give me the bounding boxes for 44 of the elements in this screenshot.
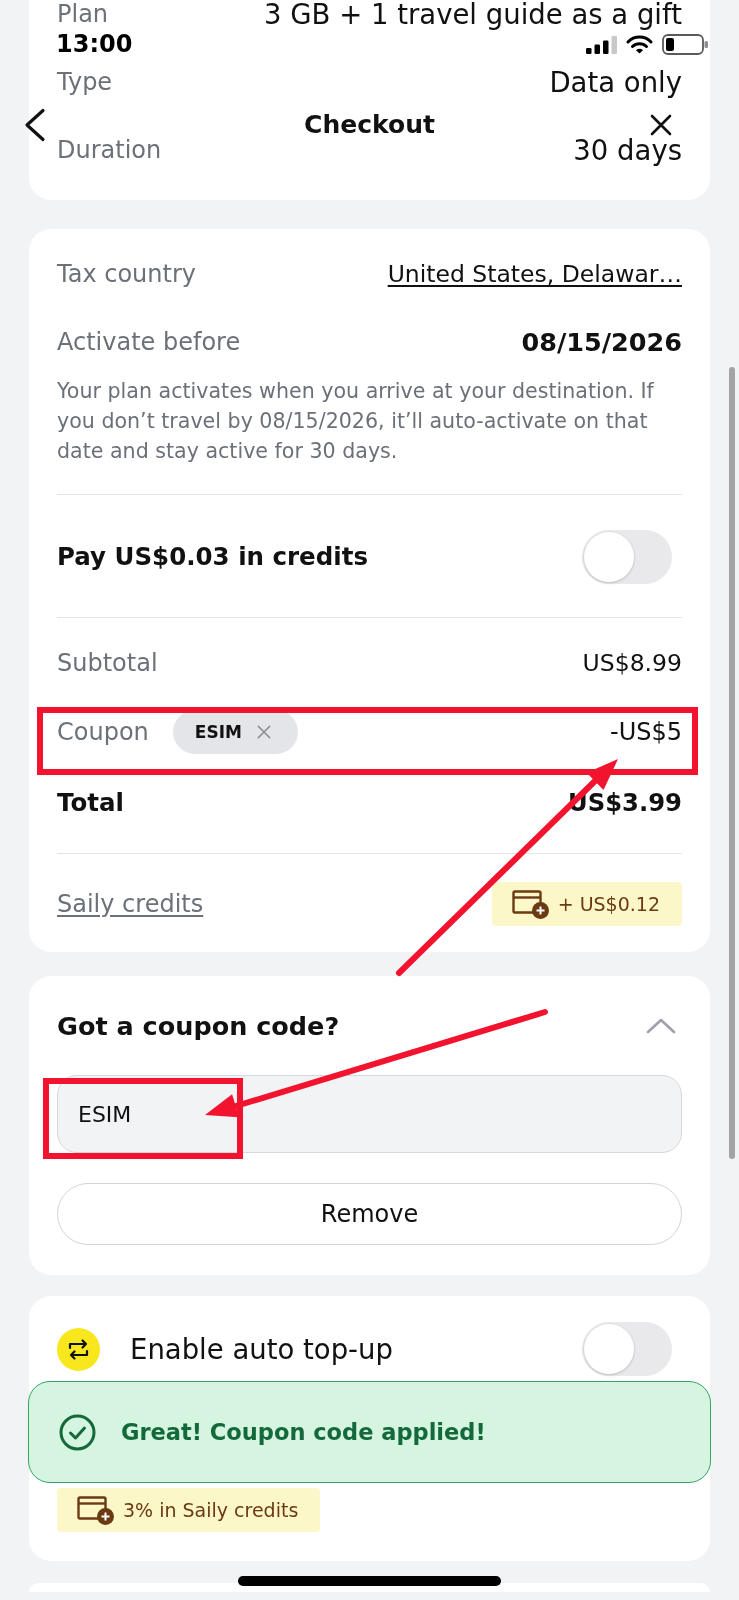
detail-value: 30 days bbox=[573, 133, 682, 167]
wifi-icon bbox=[626, 34, 653, 54]
coupon-input[interactable]: ESIM bbox=[57, 1075, 682, 1153]
detail-label: Tax country bbox=[57, 259, 196, 289]
detail-label: Activate before bbox=[57, 327, 241, 357]
chevron-left-icon bbox=[24, 108, 46, 142]
close-icon bbox=[650, 114, 672, 136]
close-icon bbox=[256, 725, 271, 739]
coupon-chip[interactable]: ESIM bbox=[172, 710, 298, 754]
credits-amount: + US$0.12 bbox=[557, 893, 660, 915]
credits-rate: 3% in Saily credits bbox=[123, 1499, 299, 1521]
toast-message: Great! Coupon code applied! bbox=[121, 1419, 486, 1445]
activation-date: 08/15/2026 bbox=[521, 326, 682, 358]
toggle-switch[interactable] bbox=[582, 1322, 672, 1376]
remove-button[interactable]: Remove bbox=[57, 1183, 682, 1245]
activation-note: Your plan activates when you arrive at your destination. If you don’t travel by 08/15/2026, it’ll auto-activate on that date and stay active for 30 days. bbox=[57, 378, 655, 465]
check-circle-icon bbox=[59, 1413, 96, 1451]
detail-label: Subtotal bbox=[57, 648, 158, 678]
back-button[interactable] bbox=[24, 108, 46, 142]
detail-value: Data only bbox=[549, 65, 682, 99]
signal-icon bbox=[586, 34, 617, 54]
card-plus-icon bbox=[511, 889, 549, 919]
chevron-up-icon bbox=[646, 1018, 676, 1034]
tax-country-link[interactable]: United States, Delawar… bbox=[387, 259, 682, 289]
close-button[interactable] bbox=[650, 114, 672, 136]
status-time: 13:00 bbox=[56, 32, 133, 56]
card-plus-icon bbox=[77, 1495, 114, 1525]
saily-credits-link[interactable]: Saily credits bbox=[57, 889, 204, 919]
collapse-button[interactable] bbox=[646, 1018, 676, 1034]
toggle-switch[interactable] bbox=[582, 530, 672, 584]
total-label: Total bbox=[57, 788, 124, 818]
credits-toggle-label: Pay US$0.03 in credits bbox=[57, 542, 368, 572]
detail-label: Plan bbox=[57, 0, 109, 29]
detail-label: Coupon bbox=[57, 717, 149, 747]
section-title: Got a coupon code? bbox=[57, 1011, 340, 1041]
subtotal-amount: US$8.99 bbox=[582, 648, 682, 678]
auto-top-up-label: Enable auto top-up bbox=[130, 1333, 393, 1365]
detail-value: 3 GB + 1 travel guide as a gift bbox=[264, 0, 682, 31]
detail-label: Type bbox=[57, 67, 113, 97]
repeat-icon bbox=[57, 1327, 100, 1371]
page-title: Checkout bbox=[304, 110, 435, 140]
discount-amount: -US$5 bbox=[610, 717, 682, 747]
battery-icon bbox=[662, 33, 708, 55]
detail-label: Duration bbox=[57, 135, 162, 165]
